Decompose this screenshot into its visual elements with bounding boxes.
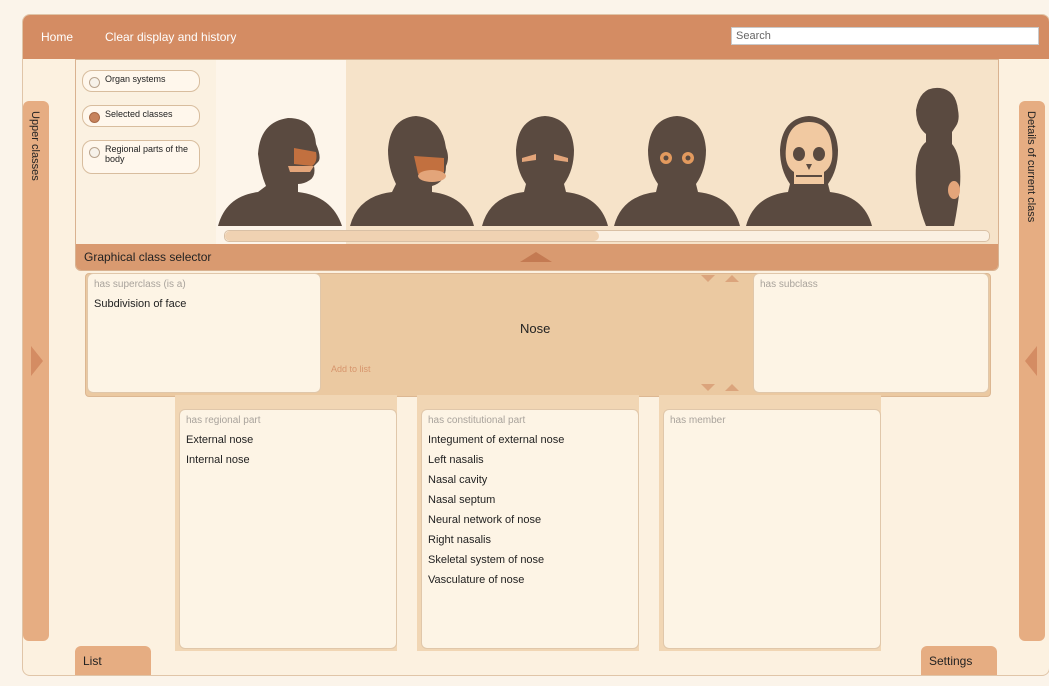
superclass-list: Subdivision of face	[94, 298, 186, 318]
home-link[interactable]: Home	[41, 30, 73, 44]
down-triangle-icon[interactable]	[701, 384, 715, 391]
head-nasalis-image[interactable]	[482, 114, 608, 226]
list-item[interactable]: Right nasalis	[428, 534, 564, 546]
radio-selected-classes[interactable]	[89, 112, 100, 123]
subclass-panel: has subclass	[753, 273, 989, 393]
collapse-up-icon[interactable]	[520, 252, 552, 262]
constitutional-part-list: Integument of external nose Left nasalis…	[428, 434, 564, 594]
settings-tab[interactable]: Settings	[921, 646, 997, 675]
upper-classes-label: Upper classes	[29, 111, 41, 181]
torso-side-image[interactable]	[896, 86, 976, 226]
subclass-header: has subclass	[760, 279, 818, 290]
head-profile-nose-image[interactable]	[218, 114, 344, 226]
list-item[interactable]: Integument of external nose	[428, 434, 564, 446]
app-frame: Home Clear display and history Search Up…	[22, 14, 1049, 676]
details-label: Details of current class	[1025, 111, 1037, 223]
list-item[interactable]: Vasculature of nose	[428, 574, 564, 586]
option-selected-classes[interactable]: Selected classes	[82, 105, 200, 127]
option-organ-systems-label: Organ systems	[105, 74, 166, 84]
up-triangle-icon[interactable]	[725, 275, 739, 282]
superclass-header: has superclass (is a)	[94, 279, 186, 290]
constitutional-part-column: has constitutional part Integument of ex…	[417, 395, 639, 651]
list-item[interactable]: Left nasalis	[428, 454, 564, 466]
list-item[interactable]: Nasal septum	[428, 494, 564, 506]
option-organ-systems[interactable]: Organ systems	[82, 70, 200, 92]
superclass-item[interactable]: Subdivision of face	[94, 298, 186, 310]
selector-label: Graphical class selector	[84, 250, 212, 264]
list-item[interactable]: Neural network of nose	[428, 514, 564, 526]
regional-part-column: has regional part External nose Internal…	[175, 395, 397, 651]
graphical-class-selector: Organ systems Selected classes Regional …	[75, 59, 999, 271]
member-column: has member	[659, 395, 881, 651]
constitutional-part-header: has constitutional part	[428, 415, 526, 426]
image-scrollbar-thumb[interactable]	[225, 231, 599, 241]
add-to-list-link[interactable]: Add to list	[331, 364, 371, 374]
down-triangle-icon[interactable]	[701, 275, 715, 282]
search-input[interactable]: Search	[731, 27, 1039, 45]
list-item[interactable]: External nose	[186, 434, 253, 446]
option-regional-parts[interactable]: Regional parts of the body	[82, 140, 200, 174]
expand-right-arrow-icon[interactable]	[31, 346, 43, 376]
body-images-strip	[216, 60, 998, 244]
current-class-name: Nose	[520, 321, 551, 336]
list-tab[interactable]: List	[75, 646, 151, 675]
superclass-panel: has superclass (is a) Subdivision of fac…	[87, 273, 321, 393]
list-item[interactable]: Skeletal system of nose	[428, 554, 564, 566]
head-skull-image[interactable]	[746, 114, 872, 226]
regional-part-panel: has regional part External nose Internal…	[179, 409, 397, 649]
selector-options-panel: Organ systems Selected classes Regional …	[76, 60, 217, 244]
clear-display-link[interactable]: Clear display and history	[105, 30, 236, 44]
head-front-eyes-image[interactable]	[614, 114, 740, 226]
member-panel: has member	[663, 409, 881, 649]
regional-part-list: External nose Internal nose	[186, 434, 253, 474]
list-item[interactable]: Internal nose	[186, 454, 253, 466]
expand-left-arrow-icon[interactable]	[1025, 346, 1037, 376]
upper-classes-tab[interactable]: Upper classes	[23, 101, 49, 641]
up-triangle-icon[interactable]	[725, 384, 739, 391]
selector-label-bar: Graphical class selector	[76, 244, 998, 270]
radio-organ-systems[interactable]	[89, 77, 100, 88]
head-nasal-cavity-image[interactable]	[350, 114, 476, 226]
list-item[interactable]: Nasal cavity	[428, 474, 564, 486]
details-tab[interactable]: Details of current class	[1019, 101, 1045, 641]
option-regional-parts-label: Regional parts of the body	[105, 144, 189, 164]
option-selected-classes-label: Selected classes	[105, 109, 173, 119]
member-header: has member	[670, 415, 726, 426]
radio-regional-parts[interactable]	[89, 147, 100, 158]
image-scrollbar[interactable]	[224, 230, 990, 242]
constitutional-part-panel: has constitutional part Integument of ex…	[421, 409, 639, 649]
regional-part-header: has regional part	[186, 415, 261, 426]
top-bar: Home Clear display and history Search	[23, 15, 1049, 59]
